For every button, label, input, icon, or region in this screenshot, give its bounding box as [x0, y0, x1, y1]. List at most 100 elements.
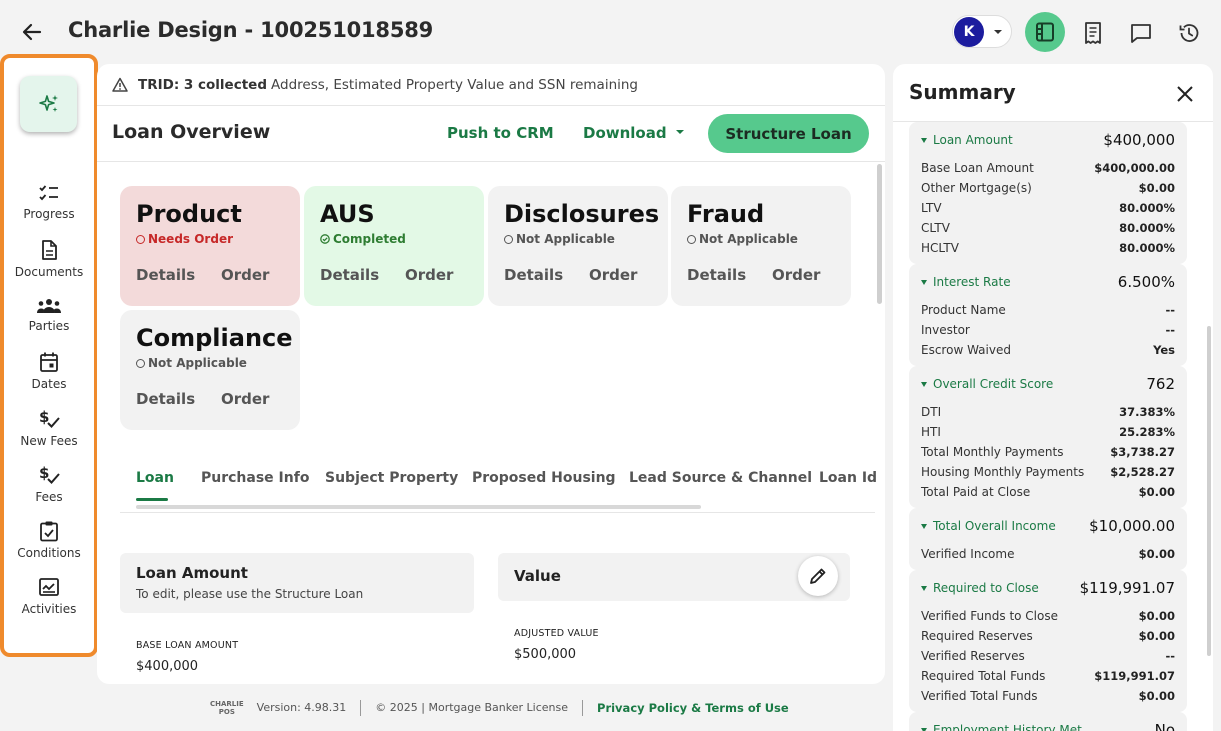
avatar[interactable]: K — [954, 17, 984, 47]
section-total: 762 — [1146, 375, 1175, 393]
row-value: $2,528.27 — [1110, 465, 1175, 479]
download-button[interactable]: Download — [583, 124, 667, 142]
summary-section-header[interactable]: Loan Amount $400,000 — [921, 122, 1175, 158]
summary-section-header[interactable]: Total Overall Income $10,000.00 — [921, 508, 1175, 544]
scrollbar[interactable] — [877, 164, 882, 304]
aus-card: AUS Completed Details Order — [304, 186, 484, 306]
details-link[interactable]: Details — [136, 266, 195, 284]
summary-section-header[interactable]: Overall Credit Score 762 — [921, 366, 1175, 402]
row-label: Verified Total Funds — [921, 689, 1038, 703]
collapse-caret-icon — [921, 137, 927, 143]
summary-row: Escrow Waived Yes — [921, 340, 1175, 360]
caret-down-icon[interactable] — [675, 129, 685, 135]
row-value: $0.00 — [1138, 689, 1175, 703]
details-link[interactable]: Details — [136, 390, 195, 408]
summary-row: DTI 37.383% — [921, 402, 1175, 422]
check-circle-icon — [320, 234, 330, 244]
edit-value-button[interactable] — [798, 556, 838, 596]
row-value: $0.00 — [1138, 629, 1175, 643]
row-label: Total Monthly Payments — [921, 445, 1064, 459]
row-label: LTV — [921, 201, 942, 215]
nav-conditions[interactable]: Conditions — [4, 520, 94, 560]
scrollbar[interactable] — [1207, 326, 1211, 656]
activity-icon — [39, 578, 59, 596]
details-link[interactable]: Details — [320, 266, 379, 284]
collapse-caret-icon — [921, 585, 927, 591]
fraud-card: Fraud Not Applicable Details Order — [671, 186, 851, 306]
row-label: Product Name — [921, 303, 1006, 317]
row-value: 80.000% — [1119, 241, 1175, 255]
card-status: Needs Order — [136, 232, 284, 246]
summary-panel: Summary Loan Amount $400,000 Base Loan Amo… — [893, 64, 1213, 731]
details-link[interactable]: Details — [504, 266, 563, 284]
back-arrow-icon[interactable] — [20, 20, 44, 44]
divider — [97, 161, 885, 162]
summary-section-header[interactable]: Interest Rate 6.500% — [921, 264, 1175, 300]
base-loan-amount-value: $400,000 — [136, 659, 199, 674]
chat-icon[interactable] — [1128, 20, 1154, 46]
nav-dates[interactable]: Dates — [4, 351, 94, 391]
tab-purchase-info[interactable]: Purchase Info — [201, 470, 309, 486]
privacy-policy-link[interactable]: Privacy Policy & Terms of Use — [597, 701, 789, 715]
row-label: Total Paid at Close — [921, 485, 1031, 499]
user-menu[interactable]: K — [952, 15, 1012, 48]
copyright-text: © 2025 | Mortgage Banker License — [375, 701, 569, 714]
tab-proposed-housing[interactable]: Proposed Housing — [472, 470, 616, 486]
row-value: $119,991.07 — [1094, 669, 1175, 683]
row-value: $0.00 — [1138, 609, 1175, 623]
tab-subject-property[interactable]: Subject Property — [325, 470, 458, 486]
row-value: -- — [1165, 303, 1175, 317]
receipt-icon[interactable] — [1080, 20, 1106, 46]
tab-loan[interactable]: Loan — [136, 470, 174, 486]
checklist-icon — [39, 185, 58, 201]
ledger-icon — [1036, 22, 1054, 42]
section-title: Loan Overview — [112, 121, 271, 143]
summary-row: Housing Monthly Payments $2,528.27 — [921, 462, 1175, 482]
nav-progress[interactable]: Progress — [4, 183, 94, 221]
nav-parties[interactable]: Parties — [4, 297, 94, 333]
adjusted-value-value: $500,000 — [514, 647, 577, 662]
ai-assistant-button[interactable] — [20, 76, 77, 132]
tabs-scrollbar[interactable] — [136, 505, 701, 509]
close-icon[interactable] — [1173, 82, 1197, 106]
row-value: $0.00 — [1138, 485, 1175, 499]
order-link[interactable]: Order — [221, 266, 269, 284]
row-label: CLTV — [921, 221, 950, 235]
details-link[interactable]: Details — [687, 266, 746, 284]
tab-lead-source-channel[interactable]: Lead Source & Channel — [629, 470, 812, 486]
nav-new-fees[interactable]: $ New Fees — [4, 408, 94, 448]
footer: CHARLIE POS Version: 4.98.31 © 2025 | Mo… — [97, 684, 885, 731]
nav-fees[interactable]: $ Fees — [4, 464, 94, 504]
row-label: Base Loan Amount — [921, 161, 1034, 175]
structure-loan-button[interactable]: Structure Loan — [708, 114, 869, 153]
active-tab-indicator — [136, 498, 168, 501]
row-label: Verified Reserves — [921, 649, 1025, 663]
row-label: Other Mortgage(s) — [921, 181, 1032, 195]
row-value: 80.000% — [1119, 221, 1175, 235]
order-link[interactable]: Order — [772, 266, 820, 284]
panel-title: Value — [514, 567, 561, 585]
summary-section-header[interactable]: Employment History Met No — [921, 712, 1175, 731]
card-status: Not Applicable — [687, 232, 835, 246]
order-link[interactable]: Order — [589, 266, 637, 284]
summary-row: Total Monthly Payments $3,738.27 — [921, 442, 1175, 462]
summary-section-header[interactable]: Required to Close $119,991.07 — [921, 570, 1175, 606]
collapse-caret-icon — [921, 727, 927, 731]
section-total: $10,000.00 — [1089, 517, 1175, 535]
card-title: Fraud — [687, 200, 765, 228]
summary-section-total-overall-income: Total Overall Income $10,000.00 Verified I… — [909, 508, 1187, 570]
nav-documents[interactable]: Documents — [4, 239, 94, 279]
summary-row: Investor -- — [921, 320, 1175, 340]
summary-section-overall-credit-score: Overall Credit Score 762 DTI 37.383% HTI 25.2… — [909, 366, 1187, 508]
push-to-crm-button[interactable]: Push to CRM — [447, 124, 554, 142]
disclosures-card: Disclosures Not Applicable Details Order — [488, 186, 668, 306]
card-status: Not Applicable — [504, 232, 652, 246]
row-value: -- — [1165, 323, 1175, 337]
order-link[interactable]: Order — [405, 266, 453, 284]
loan-summary-button[interactable] — [1025, 12, 1065, 52]
history-icon[interactable] — [1176, 20, 1202, 46]
nav-activities[interactable]: Activities — [4, 576, 94, 616]
order-link[interactable]: Order — [221, 390, 269, 408]
summary-row: Product Name -- — [921, 300, 1175, 320]
tab-loan-identifiers[interactable]: Loan Ide — [819, 470, 877, 486]
